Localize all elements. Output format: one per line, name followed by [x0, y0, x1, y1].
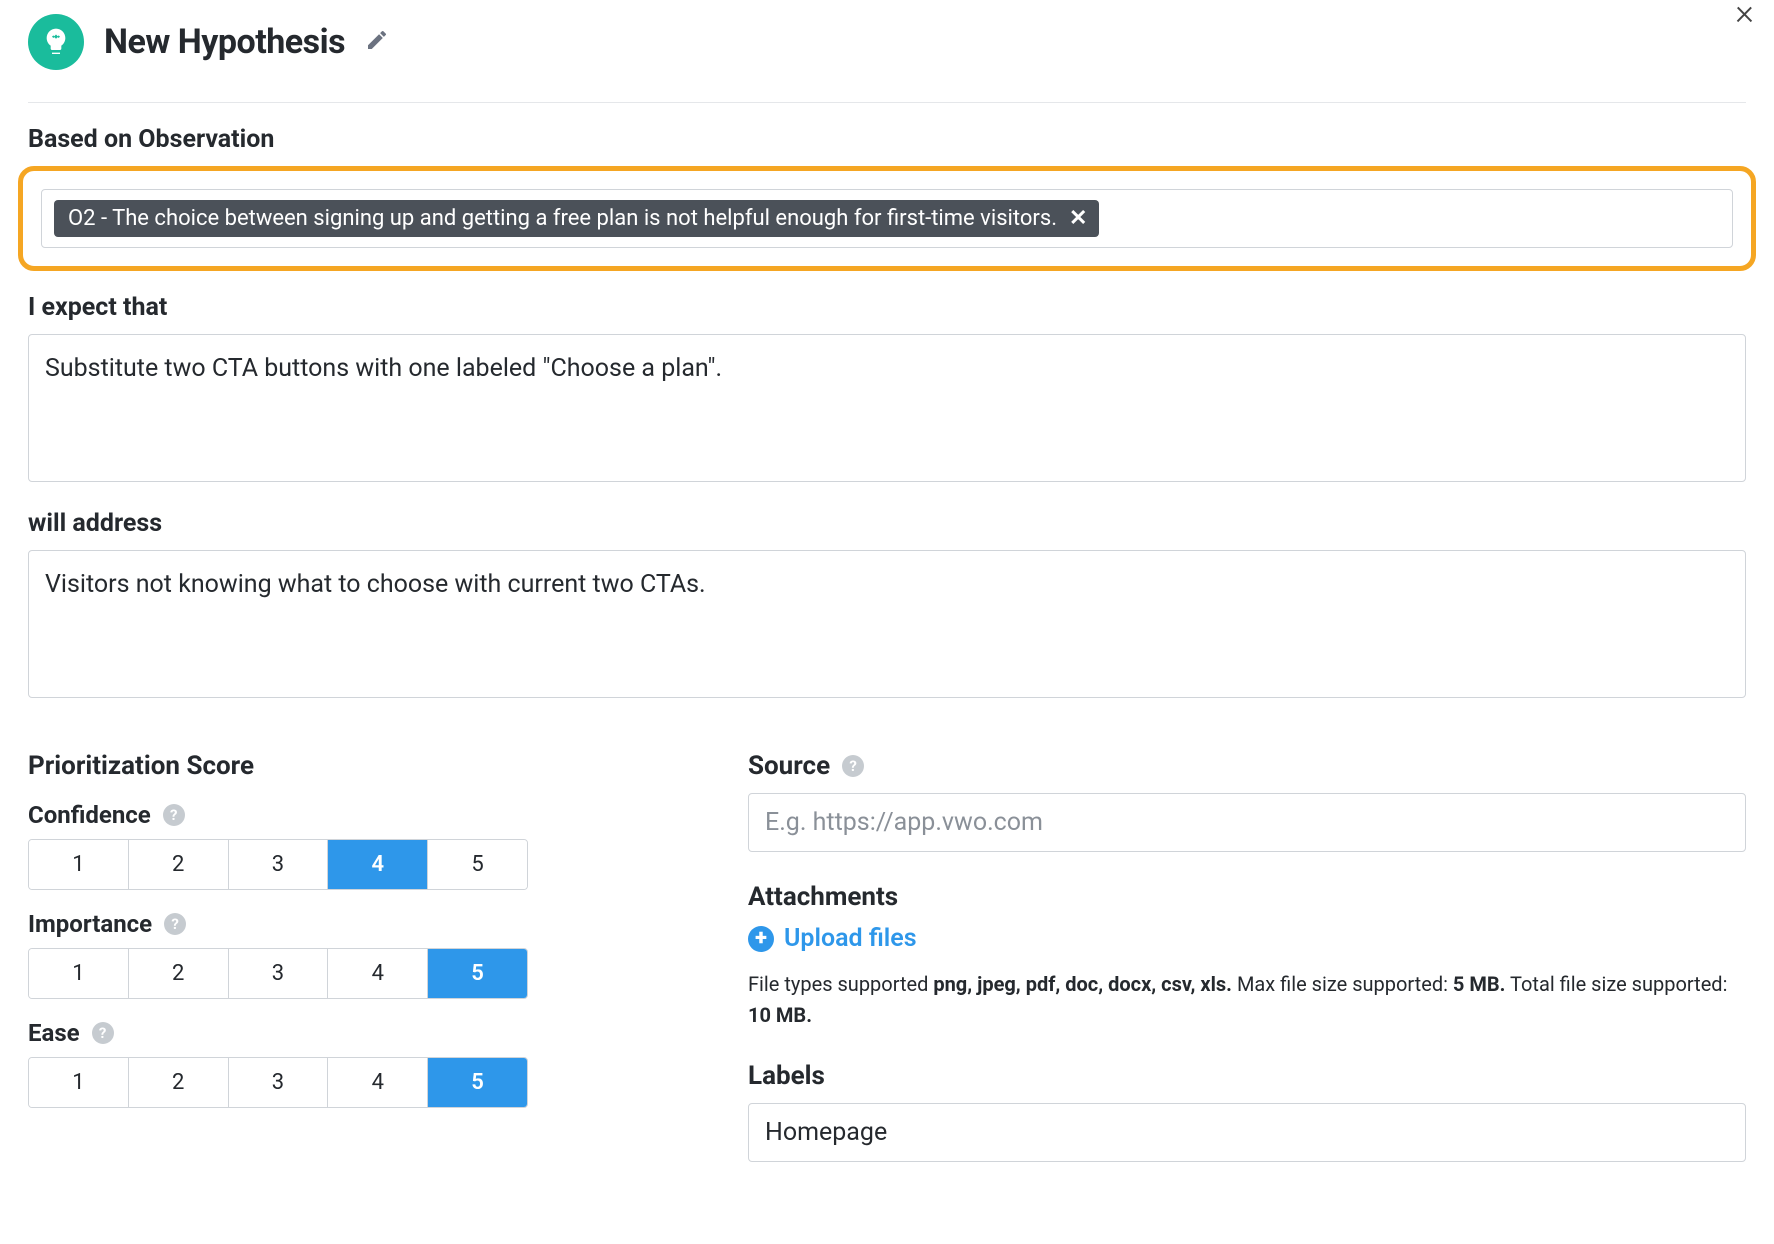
close-icon[interactable]: × — [1735, 0, 1754, 30]
help-icon[interactable]: ? — [842, 755, 864, 777]
confidence-label: Confidence ? — [28, 801, 548, 829]
ease-option[interactable]: 2 — [129, 1058, 229, 1107]
upload-files-button[interactable]: + Upload files — [748, 924, 1746, 953]
attachments-note: File types supported png, jpeg, pdf, doc… — [748, 969, 1746, 1031]
page-title: New Hypothesis — [104, 22, 345, 62]
confidence-option[interactable]: 1 — [29, 840, 129, 889]
meta-column: Source ? Attachments + Upload files File… — [748, 729, 1746, 1162]
expect-label: I expect that — [28, 293, 1746, 322]
prioritization-column: Prioritization Score Confidence ? 12345 … — [28, 729, 548, 1162]
ease-option[interactable]: 4 — [328, 1058, 428, 1107]
importance-option[interactable]: 1 — [29, 949, 129, 998]
page-header: New Hypothesis × — [28, 14, 1746, 103]
observation-field[interactable]: O2 - The choice between signing up and g… — [41, 189, 1733, 248]
plus-icon: + — [748, 926, 774, 952]
importance-option[interactable]: 4 — [328, 949, 428, 998]
source-label: Source ? — [748, 751, 1746, 781]
ease-option[interactable]: 1 — [29, 1058, 129, 1107]
help-icon[interactable]: ? — [92, 1022, 114, 1044]
observation-chip-text: O2 - The choice between signing up and g… — [68, 206, 1057, 231]
ease-option[interactable]: 5 — [428, 1058, 527, 1107]
help-icon[interactable]: ? — [163, 804, 185, 826]
prioritization-heading: Prioritization Score — [28, 751, 548, 781]
observation-highlight: O2 - The choice between signing up and g… — [18, 166, 1756, 271]
labels-input[interactable] — [748, 1103, 1746, 1162]
confidence-option[interactable]: 4 — [328, 840, 428, 889]
edit-title-icon[interactable] — [365, 28, 389, 57]
upload-files-label: Upload files — [784, 924, 917, 953]
expect-input[interactable] — [28, 334, 1746, 482]
attachments-label: Attachments — [748, 882, 1746, 912]
confidence-group: 12345 — [28, 839, 528, 890]
chip-remove-icon[interactable]: ✕ — [1069, 206, 1087, 231]
importance-label: Importance ? — [28, 910, 548, 938]
importance-group: 12345 — [28, 948, 528, 999]
ease-label: Ease ? — [28, 1019, 548, 1047]
ease-option[interactable]: 3 — [229, 1058, 329, 1107]
confidence-option[interactable]: 3 — [229, 840, 329, 889]
address-input[interactable] — [28, 550, 1746, 698]
address-label: will address — [28, 509, 1746, 538]
lightbulb-icon — [28, 14, 84, 70]
importance-option[interactable]: 3 — [229, 949, 329, 998]
importance-option[interactable]: 2 — [129, 949, 229, 998]
ease-group: 12345 — [28, 1057, 528, 1108]
importance-option[interactable]: 5 — [428, 949, 527, 998]
confidence-option[interactable]: 2 — [129, 840, 229, 889]
labels-label: Labels — [748, 1061, 1746, 1091]
observation-chip[interactable]: O2 - The choice between signing up and g… — [54, 200, 1099, 237]
confidence-option[interactable]: 5 — [428, 840, 527, 889]
source-input[interactable] — [748, 793, 1746, 852]
help-icon[interactable]: ? — [164, 913, 186, 935]
observation-label: Based on Observation — [28, 125, 1746, 154]
